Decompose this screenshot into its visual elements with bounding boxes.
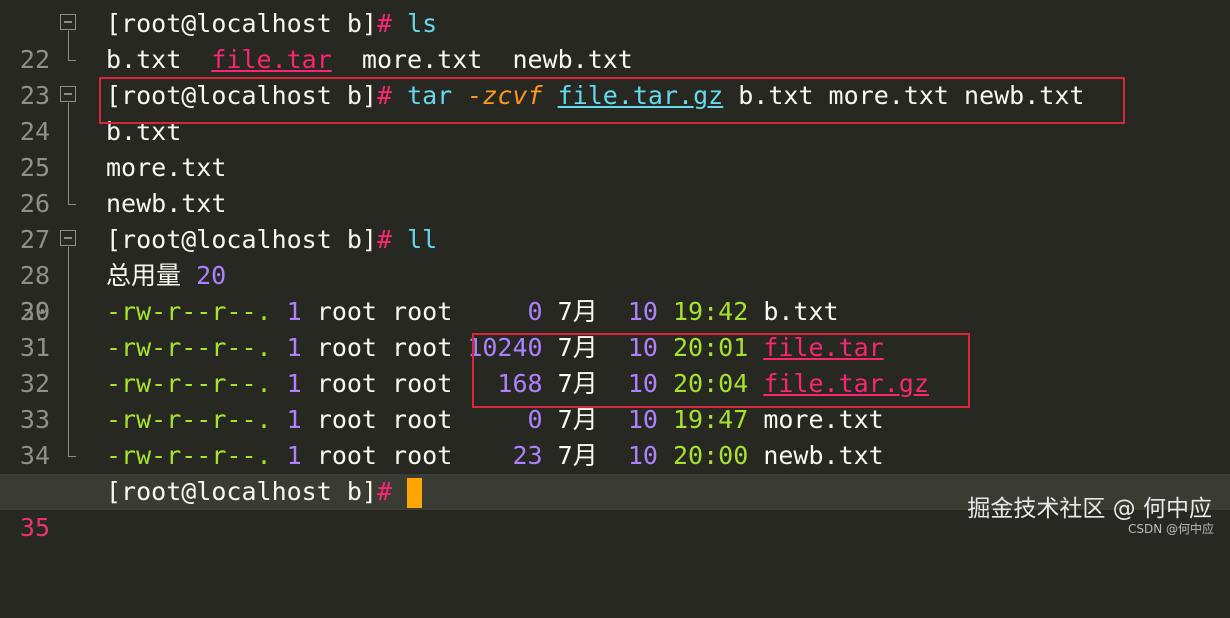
collapse-icon[interactable]	[60, 86, 76, 102]
owner: root	[316, 441, 377, 470]
command: ll	[407, 225, 438, 254]
permissions: -rw-r--r--.	[106, 297, 272, 326]
file-name: newb.txt	[512, 45, 633, 74]
collapse-icon[interactable]	[60, 14, 76, 30]
owner: root	[316, 297, 377, 326]
line-number: 31	[19, 333, 50, 362]
fold-guide	[58, 402, 80, 438]
output-line: more.txt	[106, 153, 227, 182]
file-name: more.txt	[763, 405, 884, 434]
fold-toggle[interactable]	[58, 78, 80, 114]
file-size: 0	[467, 405, 543, 434]
total-label: 总用量	[106, 261, 182, 290]
group: root	[392, 405, 453, 434]
watermark: 掘金技术社区 @ 何中应	[967, 496, 1212, 522]
fold-guide	[58, 294, 80, 330]
collapse-icon[interactable]	[60, 230, 76, 246]
line-number: 33	[19, 405, 50, 434]
link-count: 1	[286, 405, 302, 434]
day: 10	[612, 297, 658, 326]
total-value: 20	[196, 261, 227, 290]
permissions: -rw-r--r--.	[106, 333, 272, 362]
highlight-box-archives	[472, 333, 970, 408]
mtime: 19:42	[673, 297, 749, 326]
permissions: -rw-r--r--.	[106, 405, 272, 434]
file-size: 0	[467, 297, 543, 326]
link-count: 1	[286, 441, 302, 470]
line-27: 27 newb.txt	[0, 186, 1230, 254]
output-line: newb.txt	[106, 189, 227, 218]
permissions: -rw-r--r--.	[106, 369, 272, 398]
day: 10	[612, 441, 658, 470]
line-number: 34	[19, 441, 50, 470]
fold-guide	[58, 42, 80, 78]
group: root	[392, 297, 453, 326]
group: root	[392, 333, 453, 362]
text-cursor	[407, 478, 423, 508]
file-size: 23	[467, 441, 543, 470]
prompt: [root@localhost b]	[106, 9, 377, 38]
listing-row: 30 -rw-r--r--. 1 root root 0 7月 10 19:42 …	[0, 294, 1230, 330]
owner: root	[316, 405, 377, 434]
prompt: [root@localhost b]	[106, 225, 377, 254]
file-name: b.txt	[106, 45, 182, 74]
fold-guide	[58, 438, 80, 474]
fold-guide	[58, 330, 80, 366]
mtime: 19:47	[673, 405, 749, 434]
fold-guide	[58, 186, 80, 222]
file-name: more.txt	[361, 45, 483, 74]
month: 7月	[557, 297, 598, 326]
month: 7月	[557, 405, 598, 434]
line-22: 22 [root@localhost b]# ls	[0, 6, 1230, 74]
link-count: 1	[286, 297, 302, 326]
archive-file-name: file.tar	[211, 45, 332, 74]
owner: root	[316, 333, 377, 362]
line-23: 23 b.txt file.tar more.txt newb.txt	[0, 42, 1230, 110]
line-number: 32	[19, 369, 50, 398]
group: root	[392, 369, 453, 398]
owner: root	[316, 369, 377, 398]
watermark-sub: CSDN @何中应	[1127, 522, 1214, 536]
fold-guide	[58, 150, 80, 186]
line-29: 29 总用量 20	[0, 258, 1230, 326]
line-26: 26 more.txt	[0, 150, 1230, 218]
line-28: 28 [root@localhost b]# ll	[0, 222, 1230, 290]
group: root	[392, 441, 453, 470]
prompt-hash: #	[376, 9, 392, 38]
link-count: 1	[286, 369, 302, 398]
fold-guide	[58, 258, 80, 294]
fold-guide	[58, 114, 80, 150]
permissions: -rw-r--r--.	[106, 441, 272, 470]
prompt-hash: #	[376, 225, 392, 254]
link-count: 1	[286, 333, 302, 362]
month: 7月	[557, 441, 598, 470]
day: 10	[612, 405, 658, 434]
fold-toggle[interactable]	[58, 6, 80, 42]
fold-guide	[58, 366, 80, 402]
file-name: b.txt	[763, 297, 839, 326]
prompt-hash: #	[376, 477, 392, 506]
mtime: 20:00	[673, 441, 749, 470]
listing-row: 34 -rw-r--r--. 1 root root 23 7月 10 20:00…	[0, 438, 1230, 474]
file-name: newb.txt	[763, 441, 884, 470]
fold-toggle[interactable]	[58, 222, 80, 258]
line-number: 30	[19, 297, 50, 326]
highlight-box-command	[99, 77, 1125, 124]
command: ls	[407, 9, 438, 38]
prompt: [root@localhost b]	[106, 477, 377, 506]
